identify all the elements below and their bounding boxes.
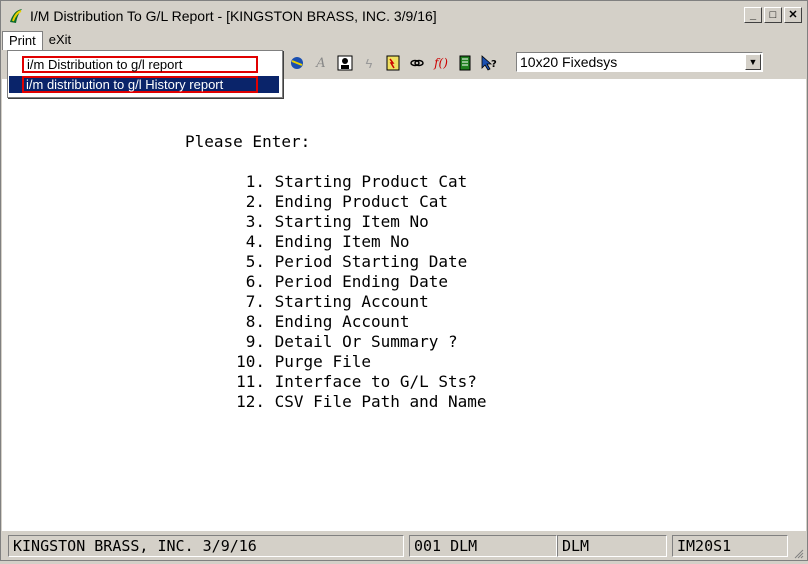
field-number: 12.	[236, 392, 265, 411]
terminal-screen: Please Enter: 1. Starting Product Cat 2.…	[2, 79, 806, 531]
field-number: 6.	[245, 272, 265, 291]
list-item: 10. Purge File	[225, 352, 487, 372]
minimize-button[interactable]: _	[744, 7, 762, 23]
svg-text:?: ?	[491, 59, 497, 70]
field-label: Purge File	[274, 352, 371, 371]
field-list: 1. Starting Product Cat 2. Ending Produc…	[225, 172, 487, 412]
list-item: 4. Ending Item No	[225, 232, 487, 252]
list-item: 8. Ending Account	[225, 312, 487, 332]
field-number: 5.	[245, 252, 265, 271]
field-label: Starting Account	[274, 292, 429, 311]
title-bar: I/M Distribution To G/L Report - [KINGST…	[2, 2, 806, 30]
field-label: Period Ending Date	[274, 272, 449, 291]
field-number: 8.	[245, 312, 265, 331]
notepad-icon[interactable]	[455, 53, 475, 73]
menu-bar: Print eXit	[2, 30, 806, 50]
lightning-icon[interactable]: ϟ	[359, 53, 379, 73]
chevron-down-icon[interactable]: ▼	[745, 54, 761, 70]
field-label: Interface to G/L Sts?	[274, 372, 477, 391]
field-label: Ending Item No	[274, 232, 410, 251]
window-title: I/M Distribution To G/L Report - [KINGST…	[30, 8, 437, 24]
menu-print[interactable]: Print	[2, 30, 43, 50]
status-program: IM20S1	[672, 535, 788, 557]
menu-item-history-report[interactable]: i/m distribution to g/l History report	[9, 76, 279, 93]
list-item: 9. Detail Or Summary ?	[225, 332, 487, 352]
menu-item-history-label: i/m distribution to g/l History report	[26, 77, 224, 92]
prompt-text: Please Enter:	[185, 132, 311, 151]
field-label: Period Starting Date	[274, 252, 468, 271]
field-number: 7.	[245, 292, 265, 311]
user-icon[interactable]	[335, 53, 355, 73]
field-number: 11.	[236, 372, 265, 391]
function-icon[interactable]: f()	[431, 53, 451, 73]
app-logo-icon	[6, 6, 26, 26]
list-item: 5. Period Starting Date	[225, 252, 487, 272]
field-number: 1.	[245, 172, 265, 191]
list-item: 7. Starting Account	[225, 292, 487, 312]
list-item: 11. Interface to G/L Sts?	[225, 372, 487, 392]
link-icon[interactable]	[407, 53, 427, 73]
help-pointer-icon[interactable]: ?	[479, 53, 499, 73]
list-item: 12. CSV File Path and Name	[225, 392, 487, 412]
field-label: Detail Or Summary ?	[274, 332, 458, 351]
status-user-code: 001 DLM	[409, 535, 557, 557]
print-menu-dropdown: i/m Distribution to g/l report i/m distr…	[7, 50, 283, 98]
list-item: 1. Starting Product Cat	[225, 172, 487, 192]
status-bar: KINGSTON BRASS, INC. 3/9/16 001 DLM DLM …	[2, 532, 806, 560]
font-select[interactable]: 10x20 Fixedsys ▼	[516, 52, 763, 72]
field-label: Ending Product Cat	[274, 192, 449, 211]
calculator-icon[interactable]	[383, 53, 403, 73]
field-number: 3.	[245, 212, 265, 231]
list-item: 6. Period Ending Date	[225, 272, 487, 292]
menu-item-distribution-report[interactable]: i/m Distribution to g/l report	[22, 56, 258, 73]
field-number: 2.	[245, 192, 265, 211]
field-label: CSV File Path and Name	[274, 392, 487, 411]
font-select-value: 10x20 Fixedsys	[520, 54, 618, 70]
maximize-button[interactable]: □	[764, 7, 782, 23]
globe-icon[interactable]	[287, 53, 307, 73]
field-label: Ending Account	[274, 312, 410, 331]
field-number: 10.	[236, 352, 265, 371]
status-user: DLM	[557, 535, 667, 557]
menu-exit[interactable]: eXit	[43, 31, 77, 49]
font-style-icon[interactable]: A	[311, 53, 331, 73]
field-label: Starting Product Cat	[274, 172, 468, 191]
status-company: KINGSTON BRASS, INC. 3/9/16	[8, 535, 404, 557]
field-number: 4.	[245, 232, 265, 251]
field-label: Starting Item No	[274, 212, 429, 231]
close-button[interactable]: ✕	[784, 7, 802, 23]
field-number: 9.	[245, 332, 265, 351]
resize-grip-icon[interactable]	[792, 546, 804, 559]
list-item: 2. Ending Product Cat	[225, 192, 487, 212]
list-item: 3. Starting Item No	[225, 212, 487, 232]
